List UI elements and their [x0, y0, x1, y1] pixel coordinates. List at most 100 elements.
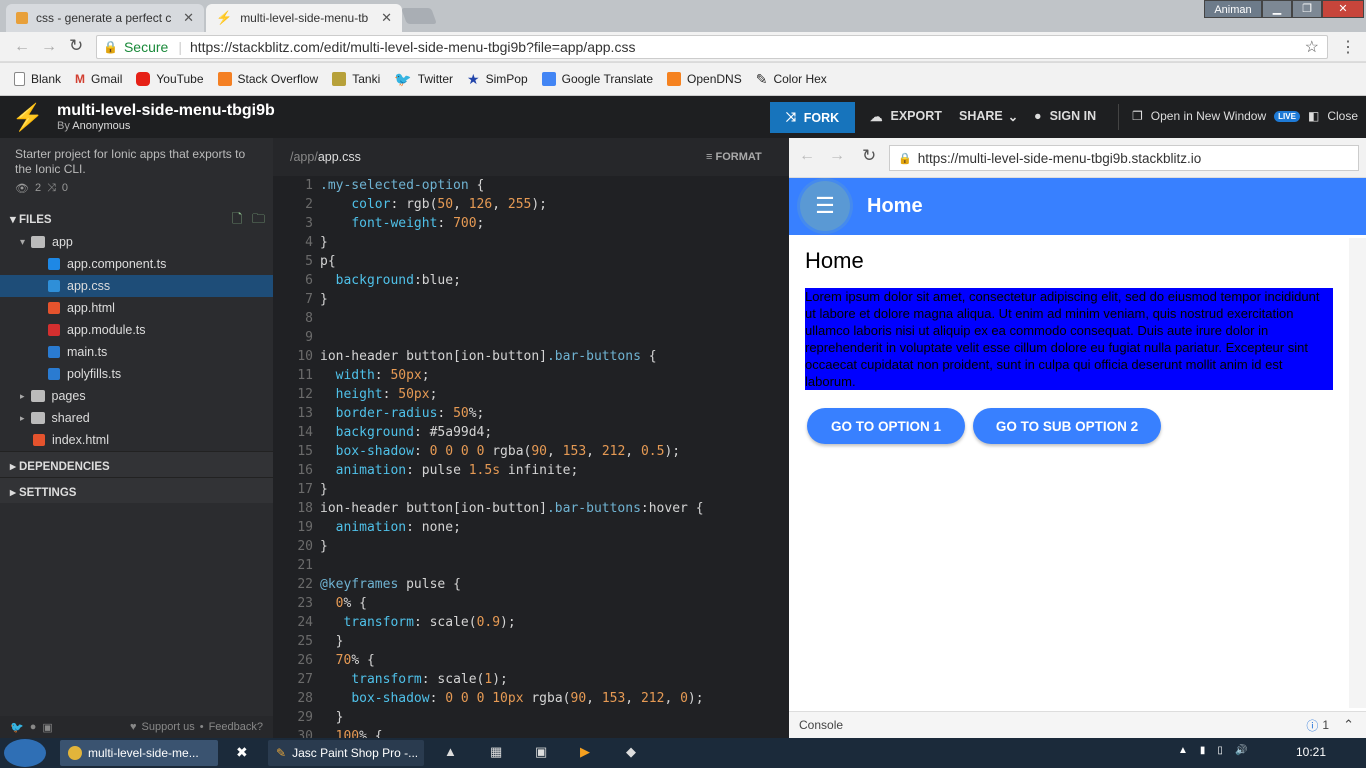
close-tab-icon[interactable]: ✕	[381, 10, 392, 26]
dependencies-section-header[interactable]: ▸ DEPENDENCIES	[0, 451, 273, 477]
close-window-button[interactable]: ✕	[1322, 0, 1364, 18]
bookmark-youtube[interactable]: YouTube	[136, 72, 204, 86]
bookmark-blank[interactable]: Blank	[14, 72, 61, 86]
minimize-button[interactable]: ▁	[1262, 0, 1292, 18]
network-icon[interactable]: ▮	[1200, 745, 1206, 756]
bookmark-stackoverflow[interactable]: Stack Overflow	[217, 72, 318, 86]
format-label: FORMAT	[715, 151, 762, 163]
tree-folder-shared[interactable]: ▸ shared	[0, 407, 273, 429]
settings-section-header[interactable]: ▸ SETTINGS	[0, 477, 273, 503]
maximize-button[interactable]: ❐	[1292, 0, 1322, 18]
twitter-icon[interactable]: 🐦	[10, 721, 24, 734]
code-line: background:blue;	[335, 273, 461, 288]
fork-icon: ⤨	[785, 110, 796, 124]
typescript-icon	[48, 368, 60, 380]
code-editor[interactable]: /app/app.css ≡ FORMAT 1 .my-selected-opti…	[273, 138, 789, 744]
browser-tab-stackblitz[interactable]: ⚡ multi-level-side-menu-tb ✕	[206, 4, 402, 32]
bookmark-tanki[interactable]: Tanki	[332, 72, 380, 86]
start-button[interactable]	[4, 739, 46, 767]
tree-folder-pages[interactable]: ▸ pages	[0, 385, 273, 407]
secure-label: Secure	[123, 39, 169, 55]
project-title: multi-level-side-menu-tbgi9b	[57, 102, 275, 119]
support-link[interactable]: Support us	[142, 721, 195, 733]
preview-reload-icon[interactable]: ↻	[862, 146, 876, 166]
line-number: 1	[305, 178, 313, 193]
fork-button[interactable]: ⤨ FORK	[770, 102, 855, 133]
reload-icon[interactable]: ↻	[69, 36, 83, 56]
chevron-up-icon[interactable]: ⌃	[1343, 717, 1354, 733]
tree-file-index-html[interactable]: index.html	[0, 429, 273, 451]
eyedropper-icon: ✎	[755, 70, 768, 87]
taskbar-misc-icon[interactable]: ◆	[626, 744, 636, 760]
line-number: 23	[297, 596, 313, 611]
bookmark-simpop[interactable]: ★ SimPop	[467, 71, 528, 88]
taskbar-paintshop[interactable]: ✎ Jasc Paint Shop Pro -...	[268, 740, 424, 766]
code-line: @keyframes pulse {	[320, 577, 461, 592]
tree-file-app-component[interactable]: app.component.ts	[0, 253, 273, 275]
close-tab-icon[interactable]: ✕	[183, 10, 194, 26]
preview-url-bar[interactable]: 🔒 https://multi-level-side-menu-tbgi9b.st…	[889, 145, 1359, 171]
editor-tab-bar: /app/app.css ≡ FORMAT	[273, 138, 789, 176]
line-number: 5	[305, 254, 313, 269]
console-bar[interactable]: Console ⓘ 1 ⌃	[789, 711, 1366, 738]
tree-file-app-html[interactable]: app.html	[0, 297, 273, 319]
window-user-label: Animan	[1204, 0, 1262, 18]
browser-tab-css[interactable]: css - generate a perfect c ✕	[6, 4, 204, 32]
preview-back-icon[interactable]: ←	[799, 147, 815, 165]
calculator-icon[interactable]: ▦	[490, 744, 502, 760]
tree-file-polyfills[interactable]: polyfills.ts	[0, 363, 273, 385]
translate-icon	[541, 72, 556, 86]
new-file-icon[interactable]: 🗋	[232, 210, 242, 232]
tree-label: main.ts	[67, 345, 108, 359]
forward-icon[interactable]: →	[41, 38, 57, 56]
tree-folder-app[interactable]: ▾ app	[0, 231, 273, 253]
taskbar-chrome[interactable]: multi-level-side-me...	[60, 740, 218, 766]
stackblitz-logo-icon[interactable]: ⚡	[10, 102, 46, 132]
media-player-icon[interactable]: ▶	[580, 744, 590, 760]
caret-down-icon: ▾	[10, 214, 19, 226]
new-folder-icon[interactable]: 🗀	[252, 210, 265, 232]
share-button[interactable]: SHARE ⌄	[959, 109, 1018, 124]
tree-label: pages	[51, 389, 86, 403]
bookmark-twitter[interactable]: 🐦 Twitter	[394, 71, 453, 88]
code-line: }	[320, 482, 328, 497]
sign-in-button[interactable]: ● SIGN IN	[1034, 109, 1096, 123]
preview-scrollbar[interactable]	[1349, 238, 1366, 708]
taskbar-app-icon[interactable]: ▲	[444, 744, 457, 759]
line-number: 4	[305, 235, 313, 250]
close-preview-button[interactable]: ◧ Close	[1308, 109, 1358, 123]
code-line: 70% {	[335, 653, 375, 668]
tray-expand-icon[interactable]: ▲	[1178, 745, 1188, 756]
tree-file-main[interactable]: main.ts	[0, 341, 273, 363]
go-to-option-1-button[interactable]: GO TO OPTION 1	[807, 408, 965, 444]
export-button[interactable]: ☁ EXPORT	[870, 109, 942, 124]
open-new-window-button[interactable]: ❐ Open in New Window LIVE	[1132, 109, 1300, 123]
menu-kebab-icon[interactable]: ⋮	[1340, 37, 1356, 57]
tree-file-app-css[interactable]: app.css	[0, 275, 273, 297]
go-to-sub-option-2-button[interactable]: GO TO SUB OPTION 2	[973, 408, 1161, 444]
file-path-dir: /app/	[290, 150, 318, 164]
feedback-link[interactable]: Feedback?	[209, 721, 263, 733]
discord-icon[interactable]: ▣	[42, 721, 52, 734]
url-bar[interactable]: 🔒 Secure | https://stackblitz.com/edit/m…	[96, 35, 1328, 59]
volume-icon[interactable]: 🔊	[1235, 745, 1247, 756]
preview-forward-icon[interactable]: →	[829, 147, 845, 165]
back-icon[interactable]: ←	[14, 38, 30, 56]
tree-label: index.html	[52, 433, 109, 447]
bookmark-star-icon[interactable]: ☆	[1305, 37, 1319, 57]
format-button[interactable]: ≡ FORMAT	[706, 151, 762, 163]
device-icon[interactable]: ▯	[1217, 745, 1223, 756]
folder-icon	[30, 390, 45, 402]
menu-toggle-button[interactable]: ☰	[800, 181, 850, 231]
bookmark-colorhex[interactable]: ✎ Color Hex	[756, 71, 827, 88]
bookmark-opendns[interactable]: OpenDNS	[667, 72, 742, 86]
github-icon[interactable]: ●	[30, 721, 37, 733]
code-line: width: 50px;	[335, 368, 430, 383]
taskbar-tool-icon[interactable]: ▣	[535, 744, 547, 760]
new-tab-button[interactable]	[401, 8, 437, 24]
files-section-header[interactable]: ▾ FILES	[10, 212, 52, 226]
tree-file-app-module[interactable]: app.module.ts	[0, 319, 273, 341]
app-icon[interactable]: ✖	[236, 744, 248, 761]
bookmark-google-translate[interactable]: Google Translate	[541, 72, 653, 86]
bookmark-gmail[interactable]: M Gmail	[75, 72, 122, 86]
